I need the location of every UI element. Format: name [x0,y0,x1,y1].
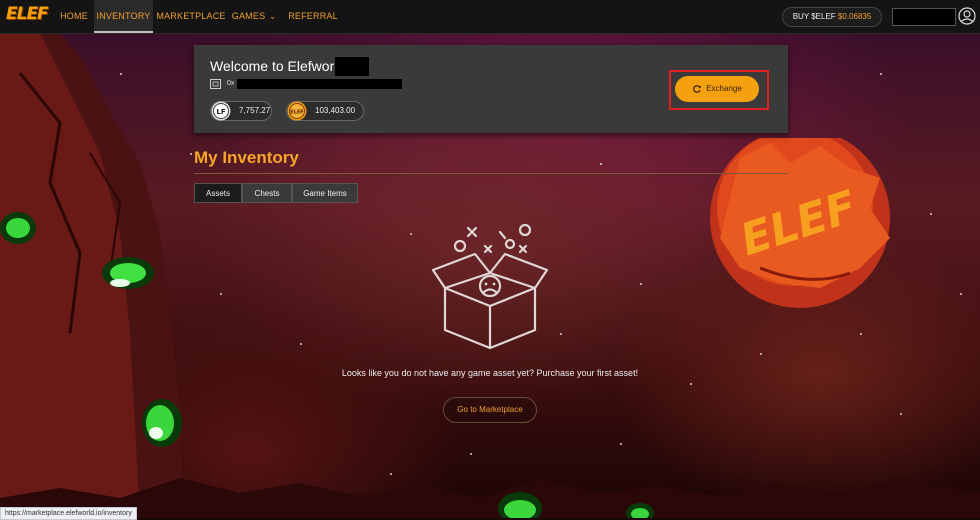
elef-balance-pill: ELEF 103,403.00 [286,101,364,121]
lf-token-text: LF [216,108,225,116]
lf-token-icon: LF [211,101,231,121]
nav-inventory[interactable]: INVENTORY [94,0,153,33]
redacted-username [335,57,369,76]
empty-state-message: Looks like you do not have any game asse… [341,368,639,378]
elef-token-icon: ELEF [287,101,307,121]
wallet-address-prefix: 0x [227,80,235,87]
elef-balance: 103,403.00 [315,106,356,115]
status-bar-url: https://marketplace.elefworld.io/invento… [0,507,137,520]
lf-balance-pill: LF 7,757.27 [210,101,272,121]
inventory-tabs: Assets Chests Game Items [194,183,358,203]
welcome-card: Welcome to Elefworld 0x LF 7,757.27 ELEF… [194,45,788,133]
nav-referral[interactable]: REFERRAL [287,0,339,33]
exchange-highlight-box [669,70,769,110]
elef-price: $0.06835 [837,12,872,21]
chevron-down-icon: ⌄ [269,12,277,21]
elef-token-text: ELEF [290,110,303,116]
tab-chests[interactable]: Chests [242,183,292,203]
empty-box-icon [431,223,549,350]
inventory-title: My Inventory [194,148,299,167]
logo-text: ELEF [6,4,49,24]
buy-label: BUY $ELEF [792,12,836,21]
nav-games[interactable]: GAMES ⌄ [229,0,279,33]
ground-illustration [0,478,980,518]
top-navbar: ELEF HOME INVENTORY MARKETPLACE GAMES ⌄ R… [0,0,980,34]
rock-creature-illustration [0,33,185,518]
inventory-divider [194,173,788,174]
elef-logo[interactable]: ELEF [6,4,49,28]
user-account-icon[interactable] [958,7,976,25]
lf-balance: 7,757.27 [239,106,271,115]
nav-home[interactable]: HOME [55,0,93,33]
redacted-account-name [892,8,956,26]
redacted-wallet-address [237,79,402,89]
tab-game-items[interactable]: Game Items [292,183,358,203]
go-to-marketplace-button[interactable]: Go to Marketplace [443,397,537,423]
elef-planet-illustration: ELEF [710,138,890,308]
nav-games-label: GAMES [231,11,266,21]
wallet-icon [210,79,221,89]
tab-assets[interactable]: Assets [194,183,242,203]
buy-elef-button[interactable]: BUY $ELEF $0.06835 [782,7,882,27]
nav-marketplace[interactable]: MARKETPLACE [156,0,226,33]
welcome-title: Welcome to Elefworld [210,58,346,74]
